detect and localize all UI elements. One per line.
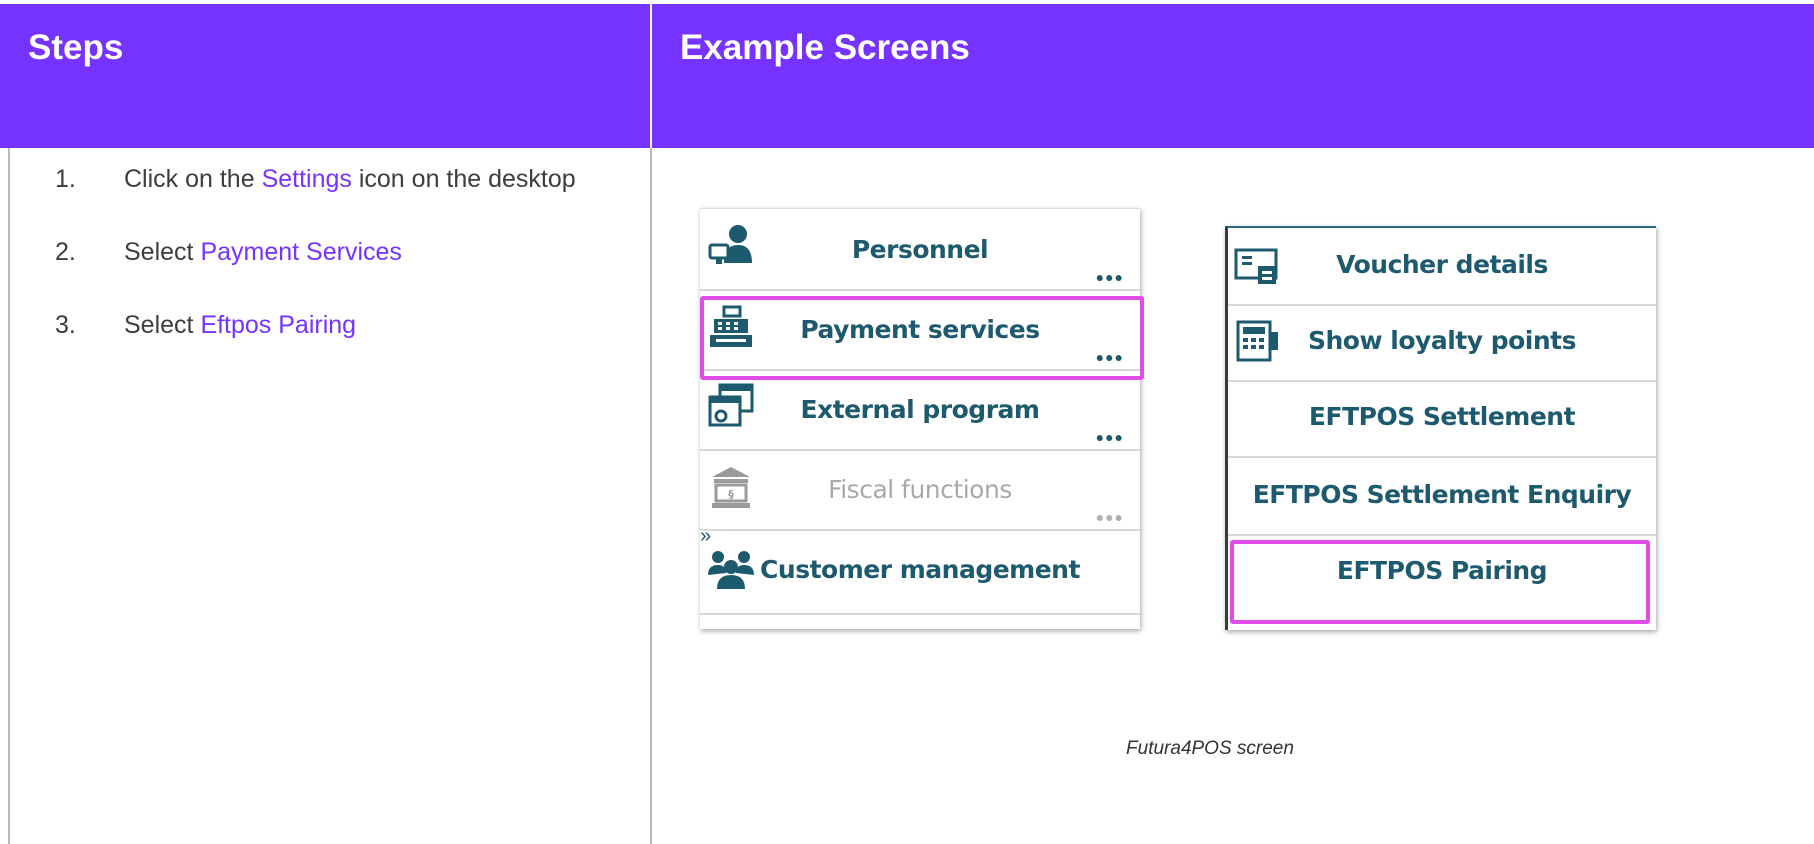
step-text-before: Click on the xyxy=(124,165,262,193)
menu-item-fiscal-functions[interactable]: § Fiscal functions ●●● xyxy=(700,449,1140,531)
steps-header-title: Steps xyxy=(28,28,124,67)
step-number: 1. xyxy=(55,165,76,193)
steps-header: Steps xyxy=(0,4,650,148)
payment-services-submenu-panel: Voucher details Show loyalty points EFTP… xyxy=(1225,226,1656,630)
step-text-after: icon on the desktop xyxy=(351,165,576,193)
more-options-icon: ●●● xyxy=(1095,509,1124,525)
table-left-border xyxy=(8,148,10,844)
menu-item-label: EFTPOS Pairing xyxy=(1336,556,1548,585)
step-number: 3. xyxy=(55,311,76,339)
menu-item-label: EFTPOS Settlement xyxy=(1308,402,1576,431)
step-text: Select Payment Services xyxy=(124,238,402,267)
table-column-divider xyxy=(650,148,652,844)
screenshot-caption: Futura4POS screen xyxy=(1126,738,1294,759)
menu-item-show-loyalty-points[interactable]: Show loyalty points xyxy=(1228,304,1656,382)
step-text: Click on the Settings icon on the deskto… xyxy=(124,165,576,194)
more-options-icon[interactable]: ●●● xyxy=(1096,349,1124,365)
eftpos-pairing-link[interactable]: Eftpos Pairing xyxy=(200,311,356,339)
menu-item-customer-management[interactable]: » Customer management xyxy=(700,525,1140,615)
menu-item-eftpos-settlement-enquiry[interactable]: EFTPOS Settlement Enquiry xyxy=(1228,456,1656,536)
menu-item-label: Payment services xyxy=(800,315,1040,344)
menu-item-label: Customer management xyxy=(760,555,1080,584)
more-options-icon[interactable]: ●●● xyxy=(1096,429,1124,445)
more-options-icon[interactable]: ●●● xyxy=(1096,269,1124,285)
expand-chevron-icon[interactable]: » xyxy=(700,525,711,548)
menu-item-label: External program xyxy=(800,395,1040,424)
menu-item-eftpos-pairing[interactable]: EFTPOS Pairing xyxy=(1228,534,1656,614)
menu-item-external-program[interactable]: External program ●●● xyxy=(700,369,1140,451)
step-text-before: Select xyxy=(124,311,201,339)
menu-item-personnel[interactable]: Personnel ●●● xyxy=(700,209,1140,291)
menu-item-label: EFTPOS Settlement Enquiry xyxy=(1252,480,1632,509)
step-number: 2. xyxy=(55,238,76,266)
step-text-before: Select xyxy=(124,238,201,266)
example-screens-header: Example Screens xyxy=(652,4,1814,148)
menu-item-payment-services[interactable]: Payment services ●●● xyxy=(700,289,1140,371)
menu-item-label: Voucher details xyxy=(1336,250,1548,279)
example-screens-header-title: Example Screens xyxy=(680,28,970,67)
menu-item-label: Show loyalty points xyxy=(1308,326,1576,355)
pos-settings-menu-panel: Personnel ●●● Payment services ●●● Exter… xyxy=(700,208,1140,629)
step-text: Select Eftpos Pairing xyxy=(124,311,356,340)
menu-item-voucher-details[interactable]: Voucher details xyxy=(1228,228,1656,306)
menu-item-eftpos-settlement[interactable]: EFTPOS Settlement xyxy=(1228,380,1656,458)
settings-link[interactable]: Settings xyxy=(262,165,352,193)
menu-item-label: Personnel xyxy=(851,235,989,264)
payment-services-link[interactable]: Payment Services xyxy=(200,238,401,266)
menu-item-label: Fiscal functions xyxy=(828,475,1012,504)
